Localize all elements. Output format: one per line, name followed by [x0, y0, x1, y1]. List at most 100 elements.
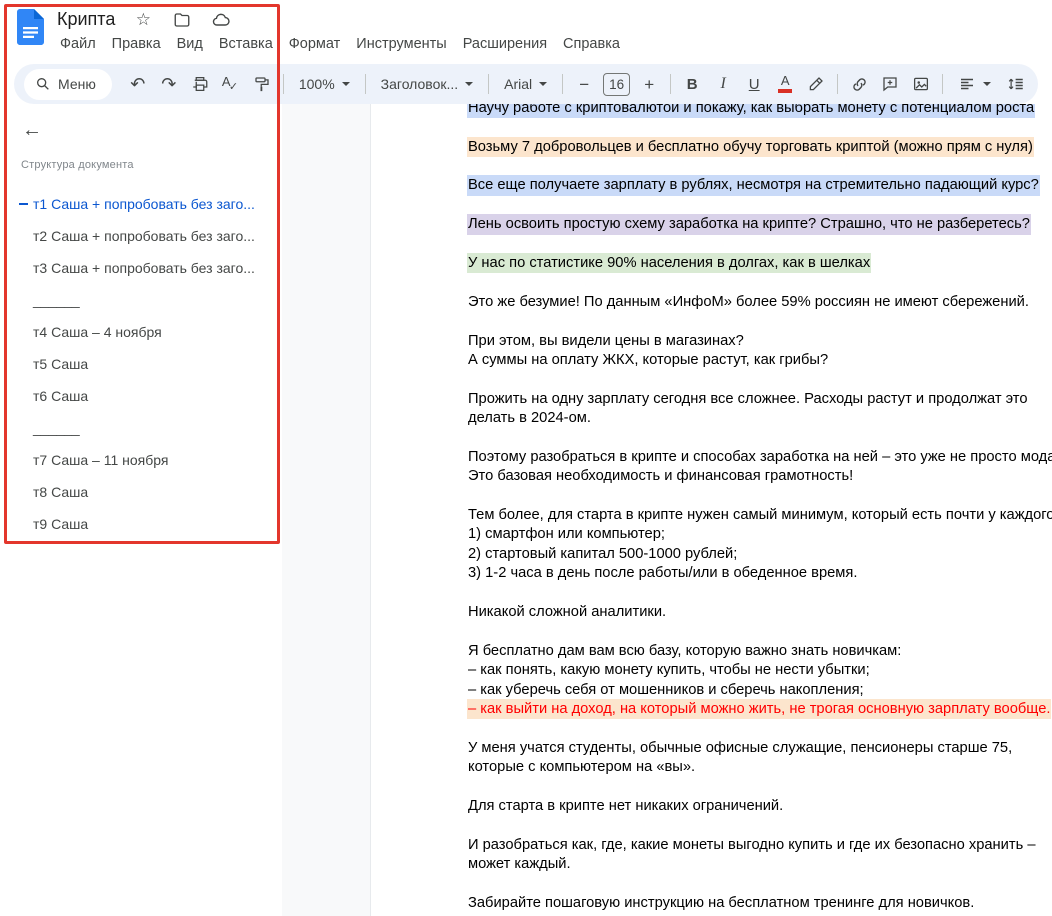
menu-item-7[interactable]: Расширения: [455, 32, 555, 56]
line-spacing-button[interactable]: [1001, 69, 1031, 99]
search-icon: [35, 76, 51, 92]
underline-icon: U: [748, 75, 760, 93]
move-folder-icon[interactable]: [171, 9, 193, 31]
toolbar-separator: [282, 74, 284, 94]
paragraph-10: Тем более, для старта в крипте нужен сам…: [467, 506, 1052, 584]
search-menus-label: Меню: [58, 76, 96, 92]
italic-button[interactable]: I: [708, 69, 738, 99]
undo-button[interactable]: ↶: [123, 69, 153, 99]
search-menus-button[interactable]: Меню: [24, 68, 112, 100]
paragraph-13: У меня учатся студенты, обычные офисные …: [467, 739, 1052, 778]
text-color-indicator-bar: [778, 89, 793, 93]
outline-item-9[interactable]: т7 Саша – 11 ноября: [0, 444, 282, 476]
undo-icon: ↶: [130, 74, 146, 94]
add-comment-button[interactable]: [875, 69, 905, 99]
text-line: Прожить на одну зарплату сегодня все сло…: [468, 390, 1028, 407]
menu-item-8[interactable]: Справка: [555, 32, 628, 56]
menu-item-3[interactable]: Вид: [169, 32, 211, 56]
highlight-color-button[interactable]: [801, 69, 831, 99]
link-icon: [850, 75, 869, 94]
outline-panel-title: Структура документа: [21, 159, 134, 171]
text-line: Я бесплатно дам вам всю базу, которую ва…: [468, 642, 902, 659]
text-line: Тем более, для старта в крипте нужен сам…: [468, 507, 1052, 524]
spell-check-button[interactable]: A ✓: [216, 69, 246, 99]
star-icon[interactable]: ☆: [132, 9, 154, 31]
menu-item-6[interactable]: Инструменты: [348, 32, 454, 56]
insert-link-button[interactable]: [844, 69, 874, 99]
paragraph-6: Это же безумие! По данным «ИнфоМ» более …: [467, 293, 1052, 312]
zoom-dropdown[interactable]: 100%: [290, 69, 359, 99]
cloud-saved-status-icon[interactable]: [210, 9, 232, 31]
insert-image-button[interactable]: [906, 69, 936, 99]
decrease-font-size-button[interactable]: −: [569, 69, 599, 99]
outline-item-7[interactable]: т6 Саша: [0, 380, 282, 412]
outline-item-8[interactable]: ______: [0, 412, 282, 444]
align-dropdown[interactable]: [949, 69, 1000, 99]
text-line: которые с компьютером на «вы».: [468, 759, 696, 776]
text-line: – как уберечь себя от мошенников и сбере…: [468, 681, 864, 698]
increase-font-size-button[interactable]: +: [634, 69, 664, 99]
outline-item-2[interactable]: т2 Саша + попробовать без заго...: [0, 220, 282, 252]
text-color-button[interactable]: A: [770, 69, 800, 99]
text-line: У меня учатся студенты, обычные офисные …: [468, 739, 1013, 756]
document-title[interactable]: Крипта: [57, 9, 115, 30]
paragraph-7: При этом, вы видели цены в магазинах? А с…: [467, 332, 1052, 371]
text-line: 2) стартовый капитал 500-1000 рублей;: [468, 545, 738, 562]
toolbar: Меню ↶ ↷ A ✓ 100% Заголовок... Arial − 16…: [14, 64, 1038, 104]
text-line: Все еще получаете зарплату в рублях, нес…: [467, 175, 1052, 196]
paragraph-14: Для старта в крипте нет никаких ограниче…: [467, 797, 1052, 816]
menu-item-1[interactable]: Файл: [52, 32, 104, 56]
toolbar-separator: [837, 74, 839, 94]
app-header: Крипта ☆ Файл Правка Вид Вставка Формат Инстр…: [0, 0, 1052, 62]
back-arrow-icon: ←: [22, 118, 42, 141]
paragraph-styles-dropdown[interactable]: Заголовок...: [372, 69, 483, 99]
text-line: И разобраться как, где, какие монеты выг…: [468, 836, 1036, 853]
underline-button[interactable]: U: [739, 69, 769, 99]
toolbar-separator: [364, 74, 366, 94]
outline-item-4[interactable]: ______: [0, 284, 282, 316]
chevron-down-icon: [341, 82, 350, 86]
text-line: 1) смартфон или компьютер;: [468, 526, 665, 543]
print-button[interactable]: [185, 69, 215, 99]
paragraph-5: У нас по статистике 90% населения в долг…: [467, 252, 1052, 274]
outline-item-5[interactable]: т4 Саша – 4 ноября: [0, 316, 282, 348]
doc-text: Научу работе с криптовалютой и покажу, к…: [371, 104, 1052, 913]
redo-button[interactable]: ↷: [154, 69, 184, 99]
font-family-dropdown[interactable]: Arial: [495, 69, 556, 99]
outline-item-3[interactable]: т3 Саша + попробовать без заго...: [0, 252, 282, 284]
text-line: Это базовая необходимость и финансовая г…: [468, 468, 854, 485]
comment-add-icon: [881, 75, 899, 93]
text-line: Лень освоить простую схему заработка на …: [467, 214, 1052, 235]
spell-check-icon: A ✓: [221, 74, 239, 93]
text-line: – как выйти на доход, на который можно ж…: [467, 698, 1052, 720]
toolbar-separator: [562, 74, 564, 94]
text-line: Научу работе с криптовалютой и покажу, к…: [467, 104, 1052, 119]
menu-item-4[interactable]: Вставка: [211, 32, 281, 56]
zoom-value: 100%: [298, 76, 335, 92]
print-icon: [191, 75, 209, 93]
paragraph-style-value: Заголовок...: [380, 76, 459, 92]
close-outline-button[interactable]: ←: [15, 113, 49, 147]
bold-button[interactable]: B: [677, 69, 707, 99]
text-line: При этом, вы видели цены в магазинах?: [468, 332, 744, 349]
menu-item-2[interactable]: Правка: [104, 32, 169, 56]
google-docs-logo-icon[interactable]: [17, 9, 44, 45]
paragraph-11: Никакой сложной аналитики.: [467, 603, 1052, 622]
text-line: Поэтому разобраться в крипте и способах …: [468, 449, 1052, 466]
outline-item-10[interactable]: т8 Саша: [0, 476, 282, 508]
doc-page[interactable]: Научу работе с криптовалютой и покажу, к…: [370, 104, 1052, 916]
paint-format-button[interactable]: [247, 69, 277, 99]
text-color-icon: A: [778, 74, 793, 93]
outline-item-6[interactable]: т5 Саша: [0, 348, 282, 380]
outline-item-11[interactable]: т9 Саша: [0, 508, 282, 540]
document-outline-panel: ← Структура документа т1 Саша + попробов…: [0, 104, 282, 916]
text-line: Забирайте пошаговую инструкцию на беспла…: [468, 895, 975, 912]
font-size-input[interactable]: 16: [603, 72, 631, 96]
menu-item-5[interactable]: Формат: [281, 32, 349, 56]
paragraph-16: Забирайте пошаговую инструкцию на беспла…: [467, 894, 1052, 913]
toolbar-separator: [670, 74, 672, 94]
paragraph-4: Лень освоить простую схему заработка на …: [467, 214, 1052, 235]
align-left-icon: [958, 75, 976, 93]
paragraph-3: Все еще получаете зарплату в рублях, нес…: [467, 175, 1052, 196]
outline-item-1[interactable]: т1 Саша + попробовать без заго...: [0, 188, 282, 220]
